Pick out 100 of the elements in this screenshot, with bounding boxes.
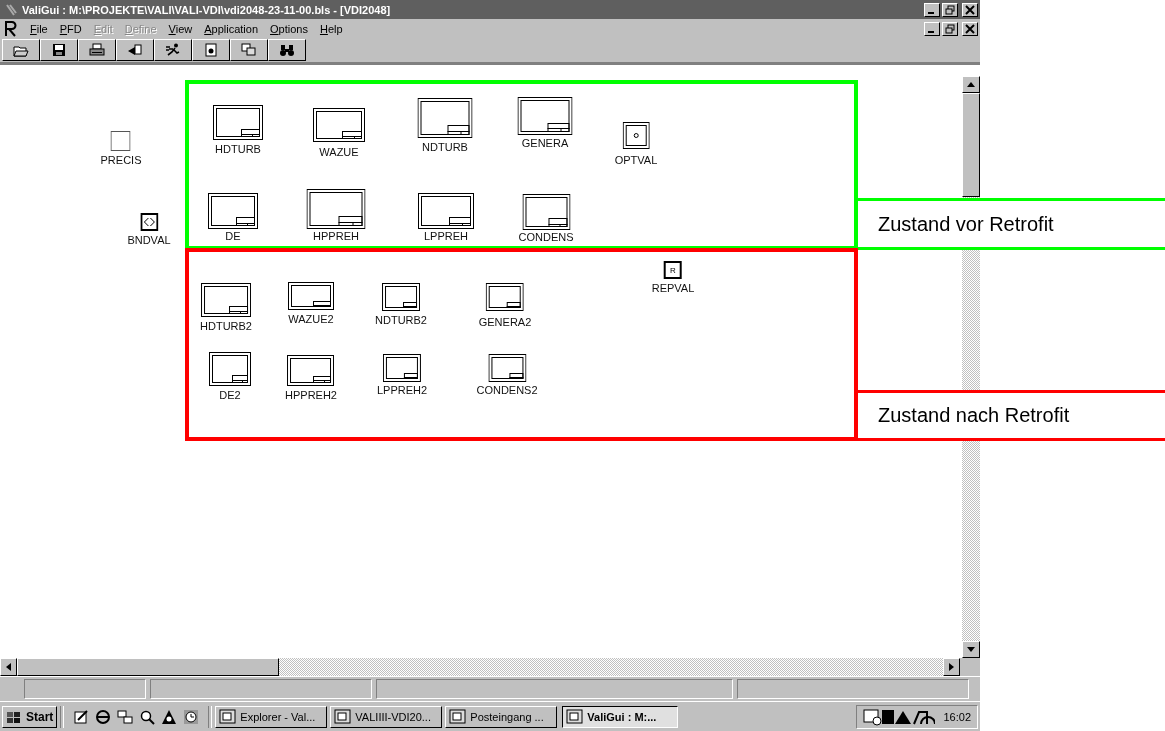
taskbar-button[interactable]: Explorer - Val... bbox=[215, 705, 328, 728]
taskbar-button[interactable]: Posteingang ... bbox=[445, 705, 558, 728]
unit-block-icon[interactable] bbox=[486, 283, 524, 311]
folder-icon bbox=[13, 43, 29, 57]
running-figure-icon bbox=[165, 43, 181, 57]
pencil-icon[interactable] bbox=[73, 708, 90, 725]
triangle-icon[interactable] bbox=[161, 708, 178, 725]
start-button[interactable]: Start bbox=[2, 705, 58, 728]
block-label: HDTURB bbox=[215, 143, 261, 155]
close-button[interactable] bbox=[962, 2, 978, 17]
right-arrow-icon bbox=[949, 663, 954, 671]
window-icon bbox=[566, 708, 585, 725]
window-icon bbox=[219, 708, 238, 725]
network-icon[interactable] bbox=[117, 708, 134, 725]
block-label: HDTURB2 bbox=[200, 320, 252, 332]
block-label: LPPREH bbox=[424, 230, 468, 242]
unit-block-icon[interactable] bbox=[522, 194, 570, 230]
floppy-icon bbox=[52, 43, 66, 57]
scroll-thumb[interactable] bbox=[962, 93, 980, 197]
block-label: PRECIS bbox=[100, 154, 142, 166]
minimize-button[interactable] bbox=[924, 2, 940, 17]
horizontal-scrollbar[interactable] bbox=[0, 658, 960, 676]
minimize-button[interactable] bbox=[924, 21, 940, 36]
close-icon bbox=[965, 4, 975, 15]
unit-block-icon[interactable] bbox=[517, 97, 573, 135]
printer-icon bbox=[89, 43, 105, 57]
unit-block-icon[interactable] bbox=[382, 283, 420, 311]
binoculars-icon bbox=[279, 43, 295, 57]
scroll-left-button[interactable] bbox=[0, 658, 17, 676]
block-label: CONDENS bbox=[518, 231, 574, 243]
block-label: OPTVAL bbox=[614, 154, 658, 166]
clock-icon[interactable] bbox=[183, 708, 200, 725]
window-icon bbox=[334, 708, 353, 725]
app-icon bbox=[4, 20, 18, 37]
scroll-up-button[interactable] bbox=[962, 76, 980, 93]
run-button[interactable] bbox=[154, 39, 192, 61]
menu-item[interactable]: Options bbox=[264, 22, 314, 35]
clock: 16:02 bbox=[943, 710, 971, 723]
callout-label: Zustand nach Retrofit bbox=[858, 390, 1165, 441]
menu-item[interactable]: PFD bbox=[53, 22, 88, 35]
block-label: DE bbox=[225, 230, 241, 242]
circle-in-square-icon[interactable] bbox=[622, 122, 650, 149]
print-button[interactable] bbox=[78, 39, 116, 61]
find-button[interactable] bbox=[268, 39, 306, 61]
close-button[interactable] bbox=[962, 21, 978, 36]
unit-block-icon[interactable] bbox=[313, 108, 365, 142]
up-arrow-icon bbox=[967, 82, 975, 87]
menu-item[interactable]: File bbox=[24, 22, 54, 35]
unit-block-icon[interactable] bbox=[306, 189, 366, 229]
browser-icon[interactable] bbox=[95, 708, 112, 725]
menu-item[interactable]: Help bbox=[313, 22, 349, 35]
taskbar-button[interactable]: VALIIII-VDI20... bbox=[330, 705, 443, 728]
callout-label: Zustand vor Retrofit bbox=[858, 198, 1165, 250]
taskbar-button[interactable]: ValiGui : M:... bbox=[562, 705, 679, 728]
unit-block-icon[interactable] bbox=[488, 354, 526, 382]
unit-block-icon[interactable] bbox=[201, 283, 251, 317]
block-label: GENERA bbox=[521, 137, 569, 149]
open-button[interactable] bbox=[2, 39, 40, 61]
block-label: NDTURB bbox=[422, 141, 468, 153]
toolbar-button[interactable] bbox=[230, 39, 268, 61]
toolbar-button[interactable] bbox=[192, 39, 230, 61]
close-icon bbox=[965, 23, 975, 34]
block-label: HPPREH bbox=[313, 230, 359, 242]
block-label: LPPREH2 bbox=[376, 384, 428, 396]
menu-item[interactable]: Application bbox=[198, 22, 265, 35]
app-icon bbox=[4, 2, 18, 17]
down-arrow-icon bbox=[967, 647, 975, 652]
block-label: BNDVAL bbox=[127, 234, 171, 246]
angle-brackets-icon[interactable] bbox=[140, 213, 158, 231]
window-icon bbox=[449, 708, 468, 725]
save-button[interactable] bbox=[40, 39, 78, 61]
scroll-down-button[interactable] bbox=[962, 641, 980, 658]
block-label: REPVAL bbox=[651, 282, 695, 294]
unit-block-icon[interactable] bbox=[208, 193, 258, 229]
block-label: WAZUE bbox=[319, 146, 359, 158]
unit-block-icon[interactable] bbox=[213, 105, 263, 140]
menu-item[interactable]: View bbox=[162, 22, 199, 35]
left-arrow-icon bbox=[6, 663, 11, 671]
windows-icon bbox=[241, 43, 257, 57]
unit-block-icon[interactable] bbox=[417, 98, 473, 138]
scroll-thumb[interactable] bbox=[17, 658, 279, 676]
unit-block-icon[interactable] bbox=[288, 282, 334, 310]
repval-block[interactable]: R bbox=[664, 261, 682, 279]
search-icon[interactable] bbox=[139, 708, 156, 725]
square-icon[interactable] bbox=[111, 131, 131, 151]
block-label: NDTURB2 bbox=[375, 314, 427, 326]
arrow-page-icon bbox=[127, 43, 143, 57]
unit-block-icon[interactable] bbox=[209, 352, 251, 386]
minimize-icon bbox=[928, 31, 934, 33]
toolbar-button[interactable] bbox=[116, 39, 154, 61]
restore-button[interactable] bbox=[942, 21, 958, 36]
scroll-right-button[interactable] bbox=[943, 658, 960, 676]
unit-block-icon[interactable] bbox=[418, 193, 474, 229]
restore-button[interactable] bbox=[942, 2, 958, 17]
block-label: CONDENS2 bbox=[476, 384, 538, 396]
restore-icon bbox=[945, 23, 955, 34]
unit-block-icon[interactable] bbox=[287, 355, 335, 386]
block-label: GENERA2 bbox=[478, 316, 532, 328]
unit-block-icon[interactable] bbox=[383, 354, 421, 382]
block-label: HPPREH2 bbox=[285, 389, 337, 401]
